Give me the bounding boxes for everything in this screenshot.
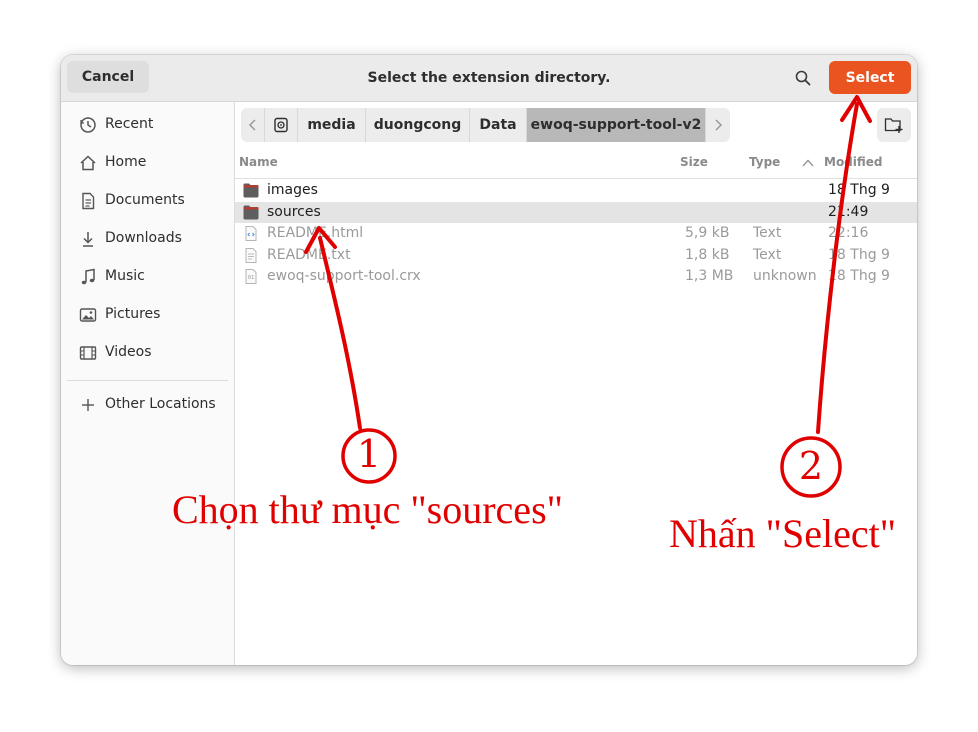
- file-name: images: [267, 182, 318, 198]
- sidebar-item-label: Recent: [105, 116, 154, 132]
- file-size: 5,9 kB: [685, 225, 730, 241]
- file-name: ewoq-support-tool.crx: [267, 268, 421, 284]
- sidebar-item-music[interactable]: Music: [61, 258, 234, 294]
- plus-icon: [82, 399, 94, 411]
- sidebar-item-videos[interactable]: Videos: [61, 334, 234, 370]
- sidebar-item-label: Videos: [105, 344, 152, 360]
- music-icon: [81, 268, 95, 285]
- list-header-divider: [235, 178, 917, 179]
- sort-ascending-icon: [802, 159, 814, 167]
- column-header-name[interactable]: Name: [239, 155, 278, 173]
- chevron-left-icon: [248, 119, 256, 131]
- sidebar-item-label: Other Locations: [105, 396, 216, 412]
- sidebar-item-pictures[interactable]: Pictures: [61, 296, 234, 332]
- file-name: sources: [267, 204, 321, 220]
- sidebar-item-recent[interactable]: Recent: [61, 106, 234, 142]
- file-modified: 18 Thg 9: [828, 247, 890, 263]
- file-type: Text: [753, 225, 782, 241]
- sidebar-item-label: Pictures: [105, 306, 161, 322]
- text-file-icon: [245, 248, 257, 263]
- path-crumb-media[interactable]: media: [298, 108, 366, 142]
- file-type: unknown: [753, 268, 817, 284]
- sidebar-separator: [67, 380, 228, 381]
- drive-icon: [274, 117, 288, 133]
- select-button[interactable]: Select: [829, 61, 911, 94]
- path-back-button[interactable]: [241, 108, 265, 142]
- new-folder-button[interactable]: [877, 108, 911, 142]
- file-modified: 22:16: [828, 225, 869, 241]
- folder-icon: [243, 183, 259, 198]
- sidebar-item-downloads[interactable]: Downloads: [61, 220, 234, 256]
- search-icon[interactable]: [791, 66, 815, 90]
- sidebar-item-label: Downloads: [105, 230, 182, 246]
- annotation-text-1: Chọn thư mục "sources": [172, 487, 563, 532]
- folder-icon: [243, 205, 259, 220]
- cancel-button[interactable]: Cancel: [67, 61, 149, 93]
- file-name: README.html: [267, 225, 364, 241]
- chevron-right-icon: [715, 119, 723, 131]
- file-size: 1,3 MB: [685, 268, 734, 284]
- sidebar-item-label: Music: [105, 268, 145, 284]
- path-forward-button[interactable]: [706, 108, 730, 142]
- file-row[interactable]: README.html 5,9 kB Text 22:16: [235, 223, 917, 244]
- file-modified: 18 Thg 9: [828, 268, 890, 284]
- html-file-icon: [245, 226, 257, 241]
- column-header-type[interactable]: Type: [749, 155, 780, 173]
- path-crumb-data[interactable]: Data: [470, 108, 527, 142]
- header-bar: Cancel Select the extension directory. S…: [61, 55, 917, 102]
- dialog-title: Select the extension directory.: [367, 70, 611, 86]
- file-modified: 21:49: [828, 204, 869, 220]
- path-crumb-current[interactable]: ewoq-support-tool-v2: [527, 108, 706, 142]
- document-icon: [82, 192, 95, 210]
- file-row[interactable]: 01 ewoq-support-tool.crx 1,3 MB unknown …: [235, 266, 917, 287]
- annotation-text-2: Nhấn "Select": [669, 511, 897, 556]
- file-modified: 18 Thg 9: [828, 182, 890, 198]
- video-icon: [79, 346, 97, 360]
- clock-icon: [80, 117, 96, 133]
- file-row[interactable]: images 18 Thg 9: [235, 180, 917, 201]
- file-row-selected[interactable]: sources 21:49: [235, 202, 917, 223]
- home-icon: [80, 155, 96, 171]
- binary-file-icon: 01: [245, 269, 257, 284]
- file-row[interactable]: README.txt 1,8 kB Text 18 Thg 9: [235, 245, 917, 266]
- path-root-button[interactable]: [265, 108, 298, 142]
- sidebar-item-documents[interactable]: Documents: [61, 182, 234, 218]
- annotation-number-2: 2: [798, 444, 824, 488]
- sidebar-item-label: Home: [105, 154, 147, 170]
- file-name: README.txt: [267, 247, 351, 263]
- sidebar-item-other-locations[interactable]: Other Locations: [61, 386, 234, 422]
- svg-text:01: 01: [248, 275, 255, 281]
- sidebar-item-home[interactable]: Home: [61, 144, 234, 180]
- file-size: 1,8 kB: [685, 247, 730, 263]
- places-sidebar: Recent Home Documents Downloads Music Pi…: [61, 102, 235, 665]
- file-type: Text: [753, 247, 782, 263]
- column-header-modified[interactable]: Modified: [824, 155, 883, 173]
- file-chooser-dialog: Cancel Select the extension directory. S…: [61, 55, 917, 665]
- new-folder-icon: [884, 118, 903, 133]
- annotation-number-1: 1: [356, 432, 382, 476]
- download-icon: [83, 232, 93, 247]
- path-crumb-duongcong[interactable]: duongcong: [366, 108, 470, 142]
- column-header-size[interactable]: Size: [680, 155, 708, 173]
- sidebar-item-label: Documents: [105, 192, 185, 208]
- picture-icon: [79, 308, 97, 322]
